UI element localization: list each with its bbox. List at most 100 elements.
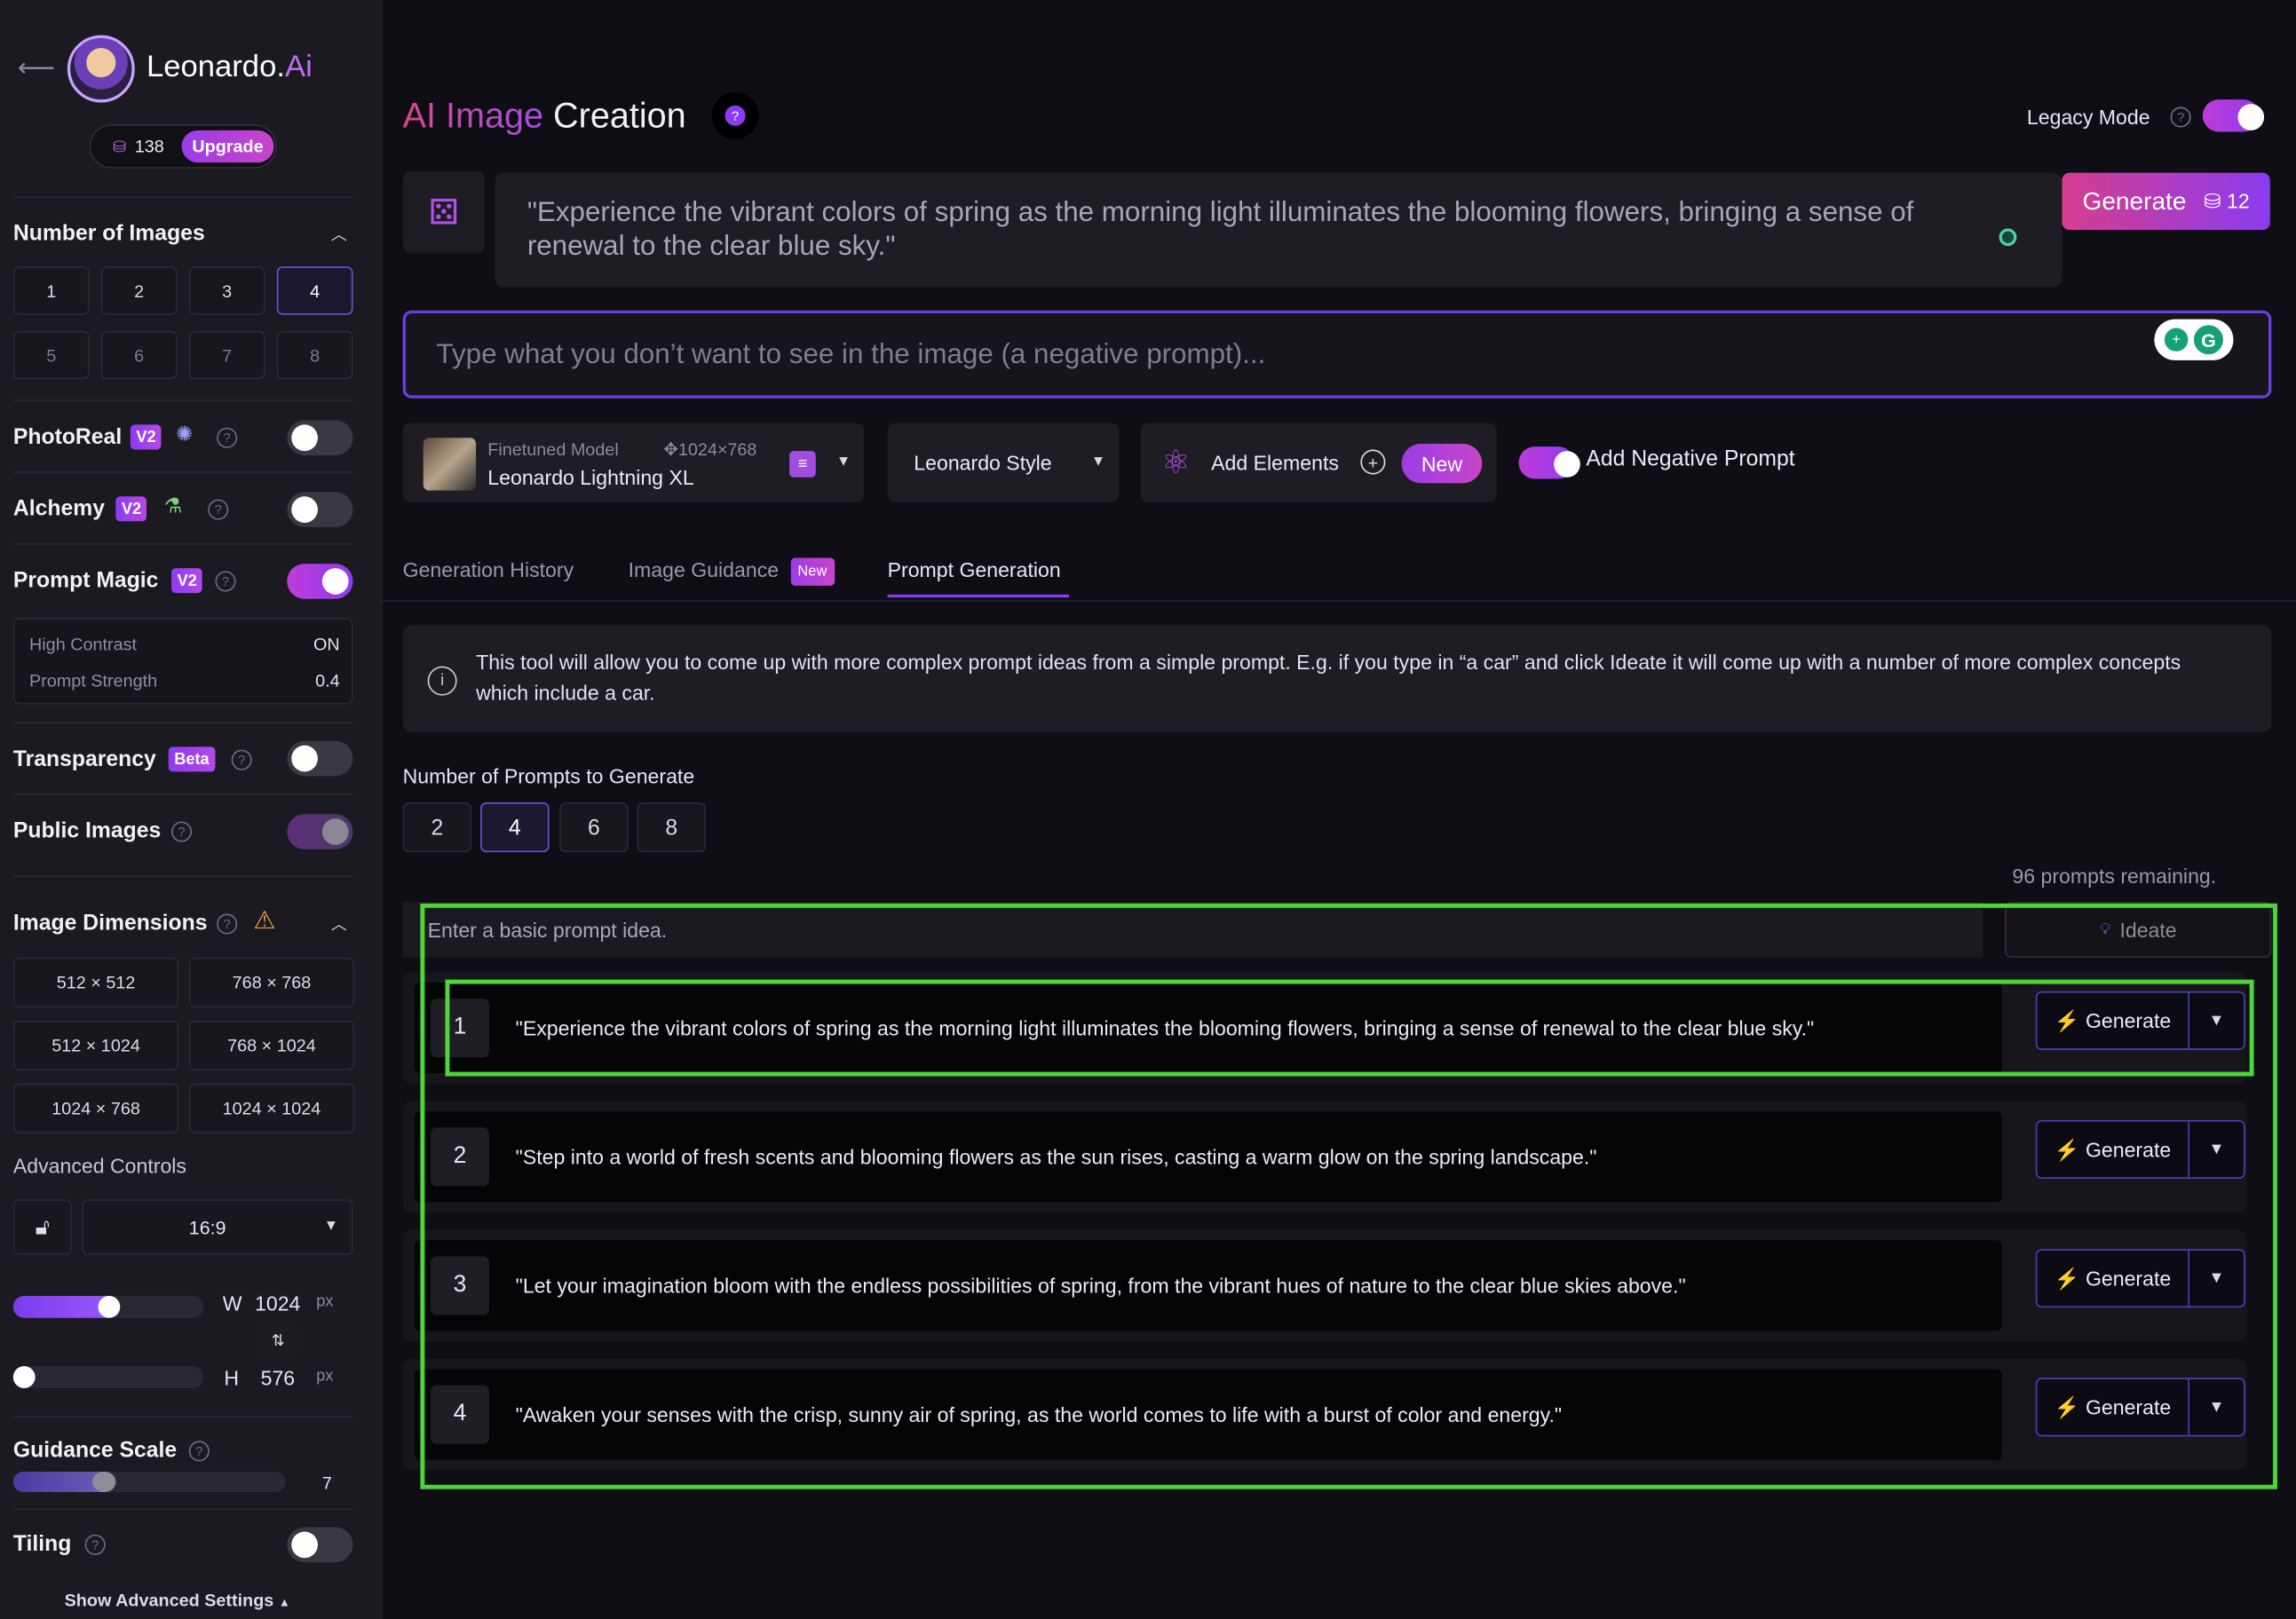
guidance-scale-thumb[interactable] xyxy=(91,1471,116,1493)
prompt-input[interactable]: "Experience the vibrant colors of spring… xyxy=(495,172,2062,288)
collapse-sidebar-icon[interactable]: ⟵ xyxy=(18,52,56,82)
lock-aspect-button[interactable]: 🔓︎ xyxy=(12,1199,72,1255)
prompt-magic-toggle[interactable] xyxy=(287,564,353,599)
prompt-count-2[interactable]: 2 xyxy=(402,802,472,853)
height-slider-thumb[interactable] xyxy=(12,1366,36,1388)
public-images-help-icon[interactable]: ? xyxy=(170,821,193,842)
prompt-generate-button[interactable]: ⚡ Generate ▼ xyxy=(2035,1120,2245,1180)
show-advanced-settings-button[interactable]: Show Advanced Settings ▲ xyxy=(65,1591,290,1611)
title-help-icon[interactable]: ? xyxy=(711,91,759,139)
caret-down-icon[interactable]: ▼ xyxy=(2189,1122,2244,1178)
generate-button[interactable]: Generate ⛁ 12 xyxy=(2062,172,2270,231)
chevron-up-icon[interactable]: ︿ xyxy=(331,223,347,246)
lock-icon: 🔓︎ xyxy=(35,1214,50,1240)
credit-count: 138 xyxy=(134,136,164,157)
random-prompt-button[interactable]: ⚄ xyxy=(402,171,485,254)
warning-icon: ⚠ xyxy=(253,906,276,935)
dim-1024x768[interactable]: 1024 × 768 xyxy=(12,1083,179,1133)
prompt-generate-button[interactable]: ⚡ Generate ▼ xyxy=(2035,991,2245,1050)
idea-input[interactable]: Enter a basic prompt idea. xyxy=(402,902,1983,958)
add-elements-button[interactable]: ⚛ Add Elements + New xyxy=(1140,423,1497,502)
num-images-2[interactable]: 2 xyxy=(100,266,178,315)
model-notes-icon[interactable]: ≡ xyxy=(789,451,816,478)
prompt-row-1: 1 "Experience the vibrant colors of spri… xyxy=(402,972,2247,1084)
legacy-mode-help-icon[interactable]: ? xyxy=(2170,107,2191,128)
dim-512x1024[interactable]: 512 × 1024 xyxy=(12,1020,179,1070)
height-value[interactable]: 576 xyxy=(261,1366,296,1389)
guidance-scale-help-icon[interactable]: ? xyxy=(188,1441,210,1462)
image-dimensions-help-icon[interactable]: ? xyxy=(217,913,238,935)
leonardo-logo xyxy=(67,35,135,103)
upgrade-button[interactable]: Upgrade xyxy=(181,130,274,163)
width-slider[interactable] xyxy=(12,1295,204,1318)
caret-down-icon[interactable]: ▼ xyxy=(2189,1251,2244,1307)
num-images-1[interactable]: 1 xyxy=(12,266,90,315)
prompt-card[interactable]: 1 "Experience the vibrant colors of spri… xyxy=(414,982,2002,1074)
grammarly-icon[interactable]: + G xyxy=(2154,319,2234,360)
dim-768x768[interactable]: 768 × 768 xyxy=(188,957,355,1007)
guidance-scale-value: 7 xyxy=(321,1473,332,1494)
tab-image-guidance[interactable]: Image Guidance New xyxy=(629,557,835,586)
num-images-8[interactable]: 8 xyxy=(276,330,353,380)
tab-prompt-generation[interactable]: Prompt Generation xyxy=(888,558,1061,581)
prompt-count-6[interactable]: 6 xyxy=(559,802,629,853)
tiling-toggle[interactable] xyxy=(287,1527,353,1563)
transparency-help-icon[interactable]: ? xyxy=(231,749,252,770)
dice-icon: ⚄ xyxy=(428,192,459,233)
prompt-count-4[interactable]: 4 xyxy=(480,802,550,853)
prompt-row-2: 2 "Step into a world of fresh scents and… xyxy=(402,1101,2247,1212)
num-images-4[interactable]: 4 xyxy=(276,266,353,315)
num-images-5[interactable]: 5 xyxy=(12,330,90,380)
negative-prompt-placeholder: Type what you don’t want to see in the i… xyxy=(436,339,1266,371)
model-select[interactable]: Finetuned Model ✥1024×768 Leonardo Light… xyxy=(402,423,865,502)
ideate-button[interactable]: 💡︎ Ideate xyxy=(2005,902,2272,958)
aspect-ratio-select[interactable]: 16:9 ▼ xyxy=(82,1199,353,1255)
width-value[interactable]: 1024 xyxy=(255,1291,300,1315)
dim-1024x1024[interactable]: 1024 × 1024 xyxy=(188,1083,355,1133)
prompt-number: 4 xyxy=(430,1385,489,1444)
alchemy-help-icon[interactable]: ? xyxy=(208,499,229,520)
image-dimensions-title: Image Dimensions xyxy=(12,911,208,936)
num-images-7[interactable]: 7 xyxy=(188,330,265,380)
tiling-help-icon[interactable]: ? xyxy=(84,1534,106,1555)
prompt-count-8[interactable]: 8 xyxy=(637,802,707,853)
aspect-ratio-value: 16:9 xyxy=(188,1216,226,1239)
legacy-mode-toggle[interactable] xyxy=(2202,99,2265,132)
prompt-card[interactable]: 2 "Step into a world of fresh scents and… xyxy=(414,1111,2002,1203)
brand-name: Leonardo.Ai xyxy=(146,50,313,84)
prompt-magic-help-icon[interactable]: ? xyxy=(215,571,236,592)
caret-down-icon[interactable]: ▼ xyxy=(2189,992,2244,1048)
prompt-generate-button[interactable]: ⚡ Generate ▼ xyxy=(2035,1378,2245,1437)
public-images-toggle[interactable] xyxy=(287,814,353,849)
photoreal-label: PhotoReal xyxy=(12,424,123,450)
atom-icon: ⚛ xyxy=(1161,443,1191,481)
caret-down-icon[interactable]: ▼ xyxy=(2189,1379,2244,1435)
guidance-scale-slider[interactable] xyxy=(12,1471,286,1493)
alchemy-toggle[interactable] xyxy=(287,492,353,527)
chevron-up-icon[interactable]: ︿ xyxy=(331,912,347,936)
add-negative-prompt-toggle[interactable] xyxy=(1518,446,1580,479)
prompt-generate-button[interactable]: ⚡ Generate ▼ xyxy=(2035,1249,2245,1308)
num-images-3[interactable]: 3 xyxy=(188,266,265,315)
swap-dimensions-icon[interactable]: ⇅ xyxy=(257,1323,299,1356)
transparency-toggle[interactable] xyxy=(287,740,353,777)
generate-cost: 12 xyxy=(2227,188,2250,213)
model-thumbnail xyxy=(423,438,477,491)
height-slider[interactable] xyxy=(12,1366,204,1388)
image-guidance-new-badge: New xyxy=(790,557,835,586)
prompt-magic-settings[interactable]: High Contrast ON Prompt Strength 0.4 xyxy=(12,618,353,705)
legacy-mode-label: Legacy Mode xyxy=(2026,105,2150,130)
width-slider-thumb[interactable] xyxy=(98,1295,121,1318)
prompt-card[interactable]: 4 "Awaken your senses with the crisp, su… xyxy=(414,1369,2002,1460)
negative-prompt-input[interactable]: Type what you don’t want to see in the i… xyxy=(402,310,2272,399)
photoreal-help-icon[interactable]: ? xyxy=(217,427,238,448)
dim-512x512[interactable]: 512 × 512 xyxy=(12,957,179,1007)
photoreal-toggle[interactable] xyxy=(287,420,353,456)
style-select[interactable]: Leonardo Style ▼ xyxy=(887,423,1120,502)
dim-768x1024[interactable]: 768 × 1024 xyxy=(188,1020,355,1070)
prompt-row-text: "Let your imagination bloom with the end… xyxy=(515,1274,1686,1298)
tab-generation-history[interactable]: Generation History xyxy=(403,558,574,581)
prompt-text: "Experience the vibrant colors of spring… xyxy=(526,197,1914,263)
prompt-card[interactable]: 3 "Let your imagination bloom with the e… xyxy=(414,1240,2002,1331)
num-images-6[interactable]: 6 xyxy=(100,330,178,380)
